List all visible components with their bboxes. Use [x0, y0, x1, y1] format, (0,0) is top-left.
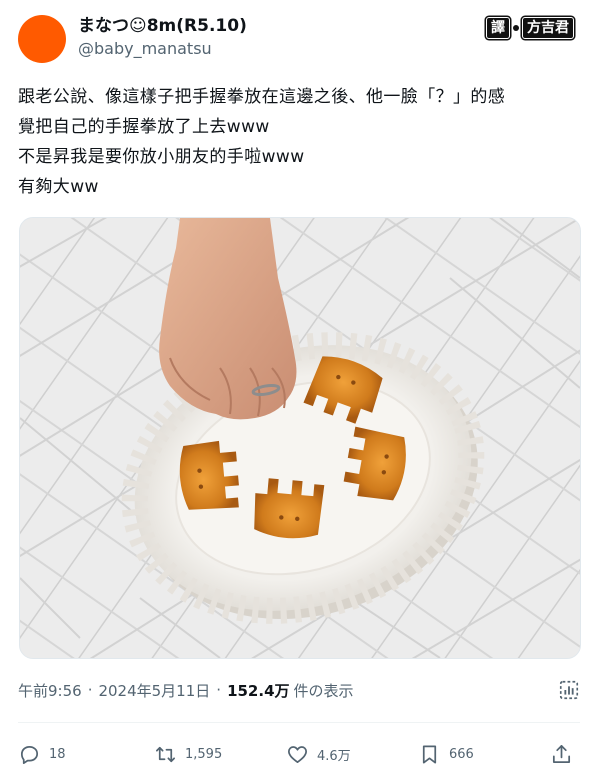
- tweet-header: まなつ☺8m(R5.10) @baby_manatsu 譯 方吉君: [18, 12, 580, 64]
- author-handle[interactable]: @baby_manatsu: [78, 38, 247, 60]
- reply-count: 18: [49, 746, 66, 762]
- tweet-line: 不是昇我是要你放小朋友的手啦www: [18, 147, 305, 167]
- repost-button[interactable]: 1,595: [154, 738, 222, 770]
- tweet-line: 覺把自己的手握拳放了上去www: [18, 117, 270, 137]
- watermark-right-label: 方吉君: [522, 17, 574, 39]
- tweet-photo[interactable]: [19, 217, 581, 659]
- tweet-line: 跟老公說、像這樣子把手握拳放在這邊之後、他一臉「？」的感: [18, 87, 506, 107]
- bookmark-button[interactable]: 666: [418, 738, 474, 770]
- reply-icon: [20, 745, 39, 764]
- watermark-left-label: 譯: [486, 17, 510, 39]
- tweet-text: 跟老公說、像這樣子把手握拳放在這邊之後、他一臉「？」的感 覺把自己的手握拳放了上…: [18, 82, 582, 202]
- share-button[interactable]: [550, 738, 581, 770]
- reply-button[interactable]: 18: [18, 738, 66, 770]
- watermark-dot: [513, 25, 519, 31]
- avatar[interactable]: [18, 15, 66, 63]
- tweet-time[interactable]: 午前9:56: [18, 680, 82, 701]
- tweet-meta: 午前9:56 · 2024年5月11日 · 152.4万 件の表示: [18, 677, 580, 703]
- bookmark-count: 666: [449, 746, 474, 762]
- meta-separator: ·: [216, 681, 222, 699]
- meta-separator: ·: [87, 681, 93, 699]
- bookmark-icon: [422, 744, 437, 764]
- tweet-date[interactable]: 2024年5月11日: [98, 680, 210, 701]
- views-label: 件の表示: [293, 681, 354, 700]
- action-bar: 18 1,595 4.6万 666: [18, 738, 580, 770]
- views-count: 152.4万: [227, 681, 290, 700]
- repost-count: 1,595: [185, 746, 223, 762]
- repost-icon: [156, 746, 175, 762]
- like-count: 4.6万: [317, 748, 351, 764]
- photo-illustration: [20, 218, 580, 658]
- share-icon: [552, 744, 571, 763]
- translator-watermark: 譯 方吉君: [486, 17, 574, 39]
- divider: [18, 722, 580, 723]
- tweet-line: 有夠大ww: [18, 177, 99, 197]
- analytics-icon[interactable]: [558, 679, 580, 701]
- author-info: まなつ☺8m(R5.10) @baby_manatsu: [78, 14, 247, 60]
- heart-icon: [288, 745, 307, 763]
- like-button[interactable]: 4.6万: [286, 738, 351, 770]
- author-display-name[interactable]: まなつ☺8m(R5.10): [78, 14, 247, 38]
